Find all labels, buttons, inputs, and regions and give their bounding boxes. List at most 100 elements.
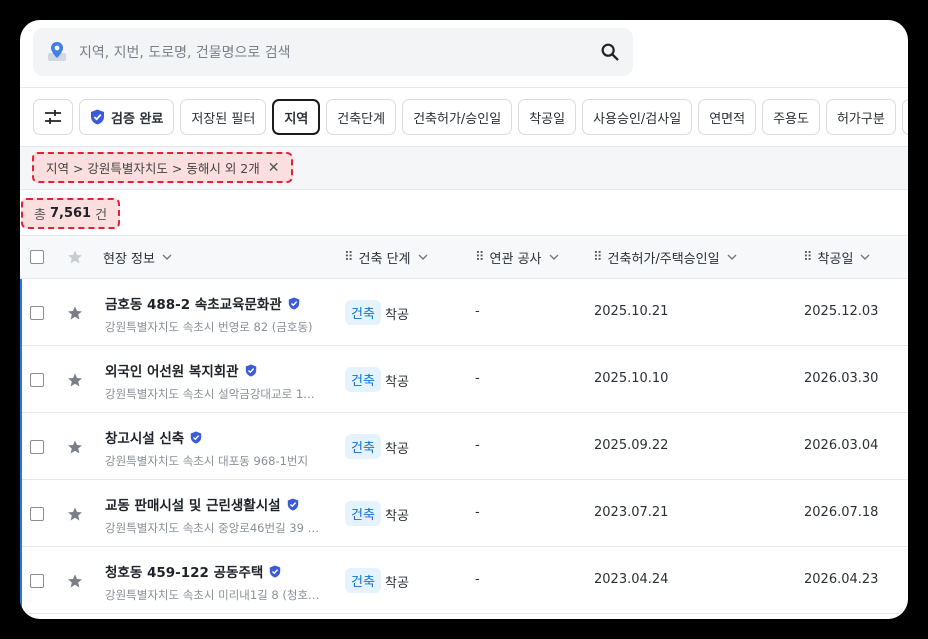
map-pin-icon bbox=[48, 42, 66, 61]
verified-shield-icon bbox=[91, 109, 104, 125]
floor-area-chip[interactable]: 연면적 bbox=[698, 99, 757, 135]
result-count-value: 7,561 bbox=[49, 206, 92, 221]
permit-date: 2025.10.10 bbox=[594, 371, 669, 386]
main-use-chip[interactable]: 주용도 bbox=[762, 99, 820, 135]
construction-stage-chip[interactable]: 건축단계 bbox=[326, 99, 397, 135]
search-input[interactable]: 지역, 지번, 도로명, 건물명으로 검색 bbox=[79, 42, 599, 62]
site-title[interactable]: 청호동 459-122 공동주택 bbox=[105, 561, 281, 581]
stage-text: 착공 bbox=[385, 509, 409, 524]
permit-type-chip[interactable]: 허가구분 bbox=[825, 99, 896, 135]
close-icon[interactable]: ✕ bbox=[268, 160, 280, 176]
filter-bar: 검증 완료 저장된 필터 지역 건축단계 건축허가/승인일 착공일 사용승인/검… bbox=[33, 99, 908, 135]
related-work: - bbox=[475, 505, 480, 520]
verified-shield-icon bbox=[191, 431, 202, 443]
permit-date: 2023.04.24 bbox=[594, 572, 669, 587]
start-date: 2025.12.03 bbox=[804, 304, 879, 319]
column-start-date[interactable]: ⠿ 착공일 bbox=[803, 236, 871, 278]
site-title-text: 청호동 459-122 공동주택 bbox=[105, 565, 264, 581]
column-permit-date[interactable]: ⠿ 건축허가/주택승인일 bbox=[593, 236, 738, 278]
row-checkbox[interactable] bbox=[30, 574, 44, 588]
row-checkbox[interactable] bbox=[30, 440, 44, 454]
start-date-chip[interactable]: 착공일 bbox=[518, 99, 577, 135]
search-bar[interactable]: 지역, 지번, 도로명, 건물명으로 검색 bbox=[33, 28, 633, 76]
star-icon[interactable] bbox=[67, 439, 83, 455]
site-address: 강원특별자치도 속초시 번영로 82 (금호동) bbox=[105, 320, 313, 334]
related-work: - bbox=[475, 438, 480, 453]
row-checkbox[interactable] bbox=[30, 306, 44, 320]
site-title[interactable]: 외국인 어선원 복지회관 bbox=[105, 360, 257, 380]
chevron-down-icon bbox=[860, 254, 870, 260]
column-label: 건축허가/주택승인일 bbox=[607, 251, 720, 267]
stage-text: 착공 bbox=[385, 308, 409, 323]
star-icon[interactable] bbox=[67, 573, 83, 589]
column-related-work[interactable]: ⠿ 연관 공사 bbox=[475, 236, 560, 278]
filter-settings-button[interactable] bbox=[33, 99, 73, 135]
star-icon[interactable] bbox=[67, 249, 83, 265]
start-date: 2026.04.23 bbox=[804, 572, 879, 587]
divider bbox=[20, 87, 908, 88]
site-title[interactable]: 창고시설 신축 bbox=[105, 427, 202, 447]
site-title-text: 창고시설 신축 bbox=[105, 431, 185, 447]
verified-shield-icon bbox=[270, 565, 281, 577]
star-icon[interactable] bbox=[67, 305, 83, 321]
permit-date: 2025.09.22 bbox=[594, 438, 669, 453]
drag-handle-icon[interactable]: ⠿ bbox=[344, 250, 353, 265]
sliders-icon bbox=[45, 110, 61, 124]
result-count-suffix: 건 bbox=[95, 208, 108, 223]
approval-date-chip[interactable]: 사용승인/검사일 bbox=[582, 99, 693, 135]
table-row[interactable]: 교동 판매시설 및 근린생활시설 강원특별자치도 속초시 중앙로46번길 39 … bbox=[22, 480, 908, 547]
verified-filter-button[interactable]: 검증 완료 bbox=[79, 99, 175, 135]
related-work: - bbox=[475, 371, 480, 386]
row-checkbox[interactable] bbox=[30, 507, 44, 521]
more-filter-chip[interactable]: 주 bbox=[901, 99, 908, 135]
star-icon[interactable] bbox=[67, 372, 83, 388]
search-icon[interactable] bbox=[599, 41, 621, 63]
table-row[interactable]: 외국인 어선원 복지회관 강원특별자치도 속초시 설악금강대교로 1… 건축 착… bbox=[22, 346, 908, 413]
chevron-down-icon bbox=[418, 254, 428, 260]
stage-text: 착공 bbox=[385, 442, 409, 457]
row-checkbox[interactable] bbox=[30, 373, 44, 387]
region-filter-chip[interactable]: 지역 bbox=[272, 99, 321, 135]
start-date: 2026.07.18 bbox=[804, 505, 879, 520]
stage-badge: 건축 bbox=[345, 434, 381, 459]
star-icon[interactable] bbox=[67, 506, 83, 522]
chevron-down-icon bbox=[162, 254, 172, 260]
select-all-checkbox[interactable] bbox=[30, 250, 44, 264]
table-row[interactable]: 청호동 459-122 공동주택 강원특별자치도 속초시 미리내1길 8 (청호… bbox=[22, 547, 908, 614]
saved-filter-chip[interactable]: 저장된 필터 bbox=[180, 99, 267, 135]
stage-badge: 건축 bbox=[345, 568, 381, 593]
drag-handle-icon[interactable]: ⠿ bbox=[593, 250, 602, 265]
stage-text: 착공 bbox=[385, 576, 409, 591]
table-row[interactable]: 금호동 488-2 속초교육문화관 강원특별자치도 속초시 번영로 82 (금호… bbox=[22, 279, 908, 346]
site-address: 강원특별자치도 속초시 미리내1길 8 (청호… bbox=[105, 588, 320, 602]
site-title-text: 금호동 488-2 속초교육문화관 bbox=[105, 297, 282, 313]
column-label: 건축 단계 bbox=[358, 251, 411, 267]
column-construction-stage[interactable]: ⠿ 건축 단계 bbox=[344, 236, 429, 278]
divider bbox=[20, 189, 908, 190]
verified-filter-label: 검증 완료 bbox=[111, 111, 164, 127]
related-work: - bbox=[475, 304, 480, 319]
permit-date: 2023.07.21 bbox=[594, 505, 669, 520]
verified-shield-icon bbox=[287, 498, 298, 510]
site-address: 강원특별자치도 속초시 대포동 968-1번지 bbox=[105, 454, 309, 468]
column-site-info[interactable]: 현장 정보 bbox=[103, 236, 173, 278]
permit-date-chip[interactable]: 건축허가/승인일 bbox=[402, 99, 513, 135]
device-frame: 지역, 지번, 도로명, 건물명으로 검색 검증 완료 저장된 필터 지역 건축… bbox=[0, 0, 928, 639]
start-date: 2026.03.30 bbox=[804, 371, 879, 386]
site-title[interactable]: 금호동 488-2 속초교육문화관 bbox=[105, 293, 300, 313]
result-count: 총 7,561 건 bbox=[21, 198, 121, 229]
related-work: - bbox=[475, 572, 480, 587]
applied-region-filter[interactable]: 지역 > 강원특별자치도 > 동해시 외 2개 ✕ bbox=[32, 152, 294, 183]
table-row[interactable]: 창고시설 신축 강원특별자치도 속초시 대포동 968-1번지 건축 착공 - … bbox=[22, 413, 908, 480]
applied-filters-row: 지역 > 강원특별자치도 > 동해시 외 2개 ✕ bbox=[20, 147, 908, 189]
site-address: 강원특별자치도 속초시 설악금강대교로 1… bbox=[105, 387, 315, 401]
verified-shield-icon bbox=[245, 364, 256, 376]
start-date: 2026.03.04 bbox=[804, 438, 879, 453]
column-label: 착공일 bbox=[817, 251, 854, 267]
site-title[interactable]: 교동 판매시설 및 근린생활시설 bbox=[105, 494, 299, 514]
site-title-text: 외국인 어선원 복지회관 bbox=[105, 364, 239, 380]
drag-handle-icon[interactable]: ⠿ bbox=[475, 250, 484, 265]
drag-handle-icon[interactable]: ⠿ bbox=[803, 250, 812, 265]
column-label: 연관 공사 bbox=[489, 251, 542, 267]
stage-badge: 건축 bbox=[345, 501, 381, 526]
